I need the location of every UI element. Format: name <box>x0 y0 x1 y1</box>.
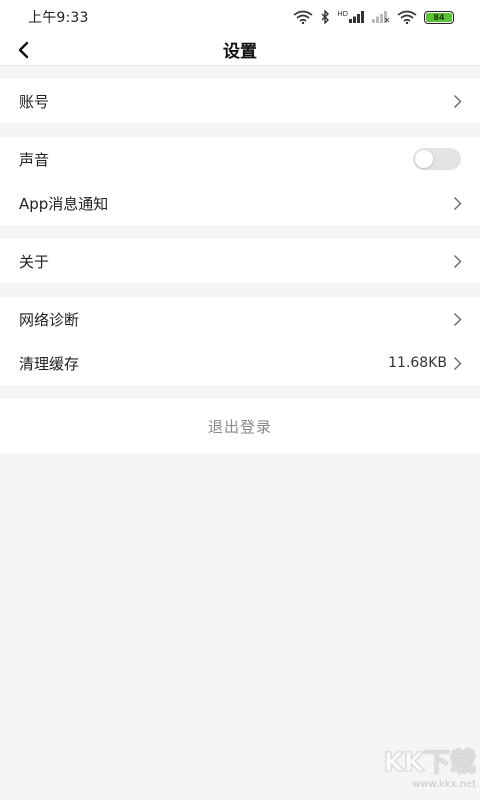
settings-group-tools: 网络诊断 清理缓存 11.68KB <box>0 297 480 385</box>
row-label: 关于 <box>19 252 50 271</box>
row-label: 账号 <box>19 92 50 111</box>
settings-group-about: 关于 <box>0 239 480 283</box>
status-time: 上午9:33 <box>28 10 89 26</box>
row-clear-cache[interactable]: 清理缓存 11.68KB <box>0 341 480 385</box>
network-label: HD <box>337 10 348 18</box>
row-label: 网络诊断 <box>19 310 80 329</box>
settings-group-notifications: 声音 App消息通知 <box>0 137 480 225</box>
row-network-diagnosis[interactable]: 网络诊断 <box>0 297 480 341</box>
chevron-right-icon <box>454 196 462 210</box>
cache-size-value: 11.68KB <box>388 355 447 371</box>
chevron-right-icon <box>454 312 462 326</box>
row-label: App消息通知 <box>19 194 109 213</box>
battery-icon: 84 <box>424 10 454 24</box>
status-bar: 上午9:33 HD 84 <box>0 0 480 34</box>
page-title: 设置 <box>223 42 257 62</box>
row-sound: 声音 <box>0 137 480 181</box>
bluetooth-icon <box>320 10 330 24</box>
chevron-right-icon <box>454 94 462 108</box>
signal-hd-icon: HD <box>337 11 365 23</box>
watermark-url: www.kkx.net <box>412 779 476 790</box>
watermark-text: KK下载 <box>383 748 476 779</box>
settings-screen: 上午9:33 HD 84 设置 账号 声音 App消息通知 关于 网络诊断 清理… <box>0 0 480 800</box>
chevron-right-icon <box>454 254 462 268</box>
battery-level: 84 <box>426 12 452 22</box>
wifi-icon <box>293 10 313 24</box>
toggle-knob <box>415 150 433 168</box>
back-button[interactable] <box>16 34 46 66</box>
watermark: KK下载 www.kkx.net <box>358 742 476 796</box>
wifi-icon <box>397 10 417 24</box>
row-account[interactable]: 账号 <box>0 79 480 123</box>
logout-label: 退出登录 <box>207 417 272 436</box>
header: 设置 <box>0 34 480 66</box>
logout-button[interactable]: 退出登录 <box>0 399 480 453</box>
row-label: 清理缓存 <box>19 354 80 373</box>
row-about[interactable]: 关于 <box>0 239 480 283</box>
status-icons: HD 84 <box>293 10 454 24</box>
signal-empty-icon <box>372 11 390 23</box>
settings-group-account: 账号 <box>0 79 480 123</box>
watermark-logo: KK下载 <box>358 742 476 779</box>
back-arrow-icon <box>18 41 29 59</box>
row-label: 声音 <box>19 150 50 169</box>
sound-toggle[interactable] <box>413 148 461 170</box>
chevron-right-icon <box>454 356 462 370</box>
row-app-notifications[interactable]: App消息通知 <box>0 181 480 225</box>
